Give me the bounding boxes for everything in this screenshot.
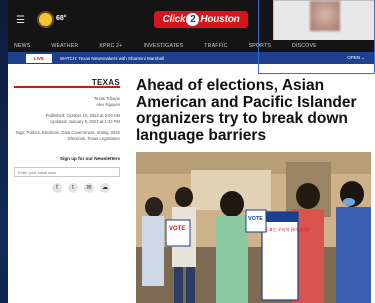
main-nav: NEWS WEATHER KPRC 2+ INVESTIGATES TRAFFI… <box>8 40 375 52</box>
newsletter-email-input[interactable] <box>14 167 120 177</box>
logo-number: 2 <box>186 13 200 26</box>
newsletter-title: Sign up for our Newsletters <box>60 156 120 161</box>
email-icon[interactable]: ✉ <box>84 183 94 193</box>
site-logo[interactable]: Click 2 Houston <box>154 11 248 28</box>
poster-text: 투표는 우리의 권리입니다 <box>265 226 310 233</box>
facebook-icon[interactable]: f <box>52 183 62 193</box>
article-tags[interactable]: Tags: Politics, Elections, Data Governme… <box>14 130 120 142</box>
vote-sign-1: VOTE <box>169 226 185 232</box>
byline: Texas Tribune Alex Nguyen <box>14 96 120 108</box>
nav-item-investigates[interactable]: INVESTIGATES <box>144 43 184 49</box>
nav-item-traffic[interactable]: TRAFFIC <box>204 43 227 49</box>
video-thumbnail <box>310 1 340 31</box>
article-page: TEXAS Texas Tribune Alex Nguyen Publishe… <box>8 64 375 303</box>
twitter-icon[interactable]: t <box>68 183 78 193</box>
nav-item-kprc2plus[interactable]: KPRC 2+ <box>99 43 122 49</box>
article-dates: Published: October 10, 2022 at 5:00 AM U… <box>14 113 120 125</box>
section-divider <box>14 86 120 88</box>
open-button[interactable]: OPEN ⌄ <box>347 55 365 61</box>
logo-prefix: Click <box>162 14 186 25</box>
nav-item-weather[interactable]: WEATHER <box>51 43 78 49</box>
nav-item-discover[interactable]: DISCOVE <box>292 43 317 49</box>
byline-author[interactable]: Alex Nguyen <box>14 102 120 108</box>
updated-date: Updated: January 6, 2023 at 1:23 PM <box>50 119 120 124</box>
live-banner[interactable]: LIVE WATCH: Texas Newsmakers with Sharmi… <box>8 52 375 64</box>
live-badge: LIVE <box>26 53 53 63</box>
nav-item-news[interactable]: NEWS <box>14 43 30 49</box>
share-icon[interactable]: ☁ <box>100 183 110 193</box>
temperature[interactable]: 68° <box>56 15 67 22</box>
article-headline: Ahead of elections, Asian American and P… <box>136 77 357 144</box>
logo-suffix: Houston <box>200 14 240 25</box>
nav-item-sports[interactable]: SPORTS <box>249 43 271 49</box>
photo-illustration: VOTE 투표는 우리의 권리입니다 VOTE <box>136 152 371 303</box>
social-share: f t ✉ ☁ <box>52 183 110 193</box>
article-photo[interactable]: VOTE 투표는 우리의 권리입니다 VOTE <box>136 152 371 303</box>
vote-sign-2: VOTE <box>248 216 263 222</box>
sun-icon <box>39 13 52 26</box>
hamburger-icon[interactable]: ☰ <box>16 16 25 26</box>
banner-headline[interactable]: WATCH: Texas Newsmakers with Sharmini Ma… <box>60 56 347 61</box>
